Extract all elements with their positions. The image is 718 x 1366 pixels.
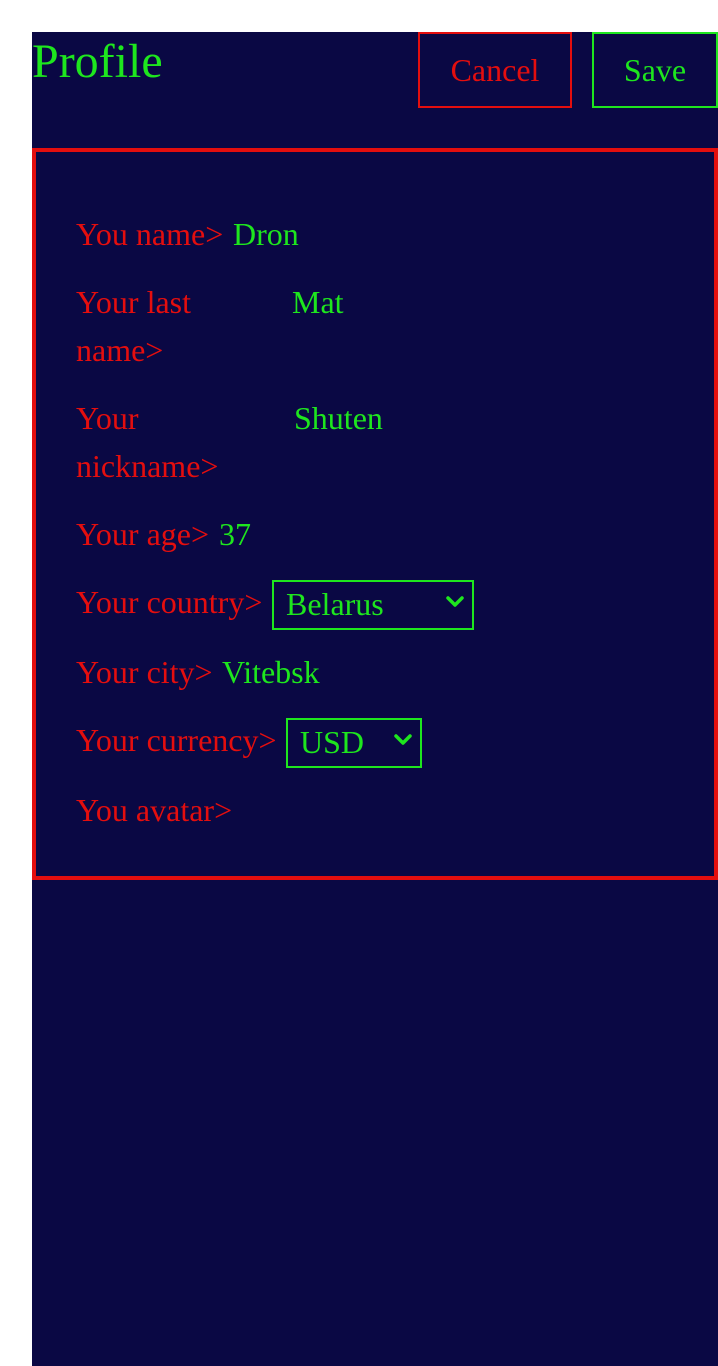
city-value[interactable]: Vitebsk <box>222 648 320 696</box>
last-name-value[interactable]: Mat <box>292 278 344 326</box>
currency-select-value: USD <box>300 724 365 760</box>
avatar-label: You avatar> <box>76 792 233 828</box>
country-select-value: Belarus <box>286 586 384 622</box>
nickname-value[interactable]: Shuten <box>294 394 383 442</box>
cancel-button[interactable]: Cancel <box>418 32 572 108</box>
country-label: Your country> <box>76 584 263 620</box>
name-value[interactable]: Dron <box>233 210 299 258</box>
profile-screen: Profile Cancel Save You name> Dron Your … <box>32 32 718 1366</box>
age-label: Your age> <box>76 516 210 552</box>
save-button[interactable]: Save <box>592 32 718 108</box>
chevron-down-icon <box>446 596 464 607</box>
currency-select[interactable]: USD <box>286 718 422 768</box>
age-value[interactable]: 37 <box>219 510 251 558</box>
profile-form: You name> Dron Your last name> Mat Your … <box>32 148 718 880</box>
page-title: Profile <box>32 35 163 88</box>
chevron-down-icon <box>394 734 412 745</box>
nickname-label: Your nickname> <box>76 400 219 484</box>
last-name-label: Your last name> <box>76 284 191 368</box>
country-select[interactable]: Belarus <box>272 580 474 630</box>
name-label: You name> <box>76 216 224 252</box>
city-label: Your city> <box>76 654 213 690</box>
currency-label: Your currency> <box>76 722 277 758</box>
